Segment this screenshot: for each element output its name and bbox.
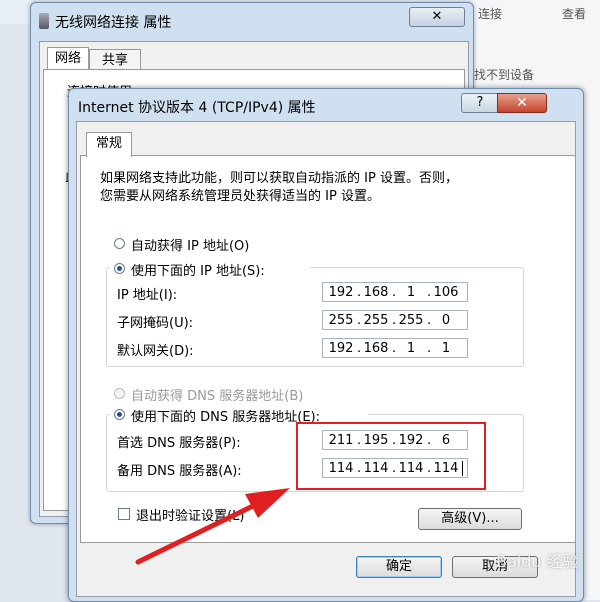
annotation-arrow [135, 488, 290, 565]
tab-general[interactable]: 常规 [86, 132, 132, 157]
arrow-head [245, 488, 290, 518]
arrow-shaft [135, 502, 258, 565]
watermark: Baidu 经验 [496, 552, 579, 571]
